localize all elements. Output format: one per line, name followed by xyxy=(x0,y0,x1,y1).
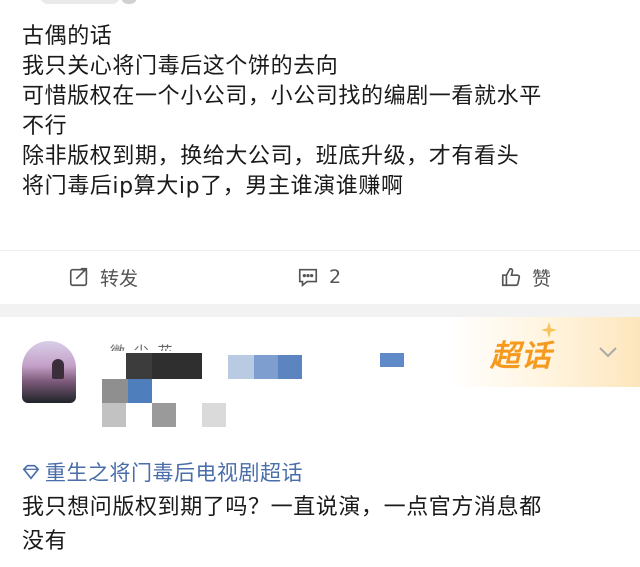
mosaic-block xyxy=(126,353,152,379)
like-label: 赞 xyxy=(532,267,552,290)
like-button[interactable]: 赞 xyxy=(500,263,551,291)
mosaic-block xyxy=(380,353,404,367)
repost-button[interactable]: 转发 xyxy=(68,263,138,291)
post-line: 没有 xyxy=(22,529,68,554)
mosaic-block xyxy=(228,355,254,379)
comment-count: 2 xyxy=(329,266,342,288)
post-action-bar: 转发 2 赞 xyxy=(0,250,640,305)
post-line: 将门毒后ip算大ip了，男主谁演谁赚啊 xyxy=(22,174,404,199)
post-body: 我只想问版权到期了吗？一直说演，一点官方消息都 没有 xyxy=(22,491,622,559)
post-line: 不行 xyxy=(22,114,68,139)
post-line: 可惜版权在一个小公司，小公司找的编剧一看就水平 xyxy=(22,84,542,109)
mosaic-block xyxy=(128,379,152,403)
super-topic-link[interactable]: 重生之将门毒后电视剧超话 xyxy=(22,457,303,487)
repost-icon xyxy=(69,267,88,287)
mosaic-block xyxy=(152,403,176,427)
super-topic-badge[interactable]: 超话 xyxy=(490,331,552,375)
mosaic-block xyxy=(202,403,226,427)
previous-icon-fragment xyxy=(122,0,136,4)
post-card: 古偶的话 我只关心将门毒后这个饼的去向 可惜版权在一个小公司，小公司找的编剧一看… xyxy=(0,0,640,304)
chevron-down-icon[interactable] xyxy=(598,345,618,359)
mosaic-block xyxy=(102,403,126,427)
mosaic-block xyxy=(254,355,278,379)
topic-label: 重生之将门毒后电视剧超话 xyxy=(45,461,303,485)
comment-button[interactable]: 2 xyxy=(297,263,341,291)
mosaic-block xyxy=(152,353,202,379)
avatar[interactable] xyxy=(22,341,76,403)
thumbs-up-icon xyxy=(501,267,521,287)
avatar-figure xyxy=(52,359,64,379)
mosaic-block xyxy=(102,379,128,403)
comment-icon xyxy=(298,268,318,287)
previous-avatar-fragment xyxy=(40,0,120,4)
feed-divider xyxy=(0,304,640,317)
post-line: 除非版权到期，换给大公司，班底升级，才有看头 xyxy=(22,144,520,169)
post-line: 我只想问版权到期了吗？一直说演，一点官方消息都 xyxy=(22,495,542,520)
mosaic-block xyxy=(278,355,302,379)
diamond-icon xyxy=(22,464,40,480)
post-line: 古偶的话 xyxy=(22,24,113,49)
post-card: 超话 微 尘 花 重生之将门毒后电视剧超话 我只想问版权到期了吗？一直说演，一点… xyxy=(0,317,640,567)
nickname-fragment[interactable]: 微 尘 花 xyxy=(110,341,175,351)
post-body: 古偶的话 我只关心将门毒后这个饼的去向 可惜版权在一个小公司，小公司找的编剧一看… xyxy=(22,22,622,202)
post-line: 我只关心将门毒后这个饼的去向 xyxy=(22,54,339,79)
repost-label: 转发 xyxy=(100,267,139,290)
